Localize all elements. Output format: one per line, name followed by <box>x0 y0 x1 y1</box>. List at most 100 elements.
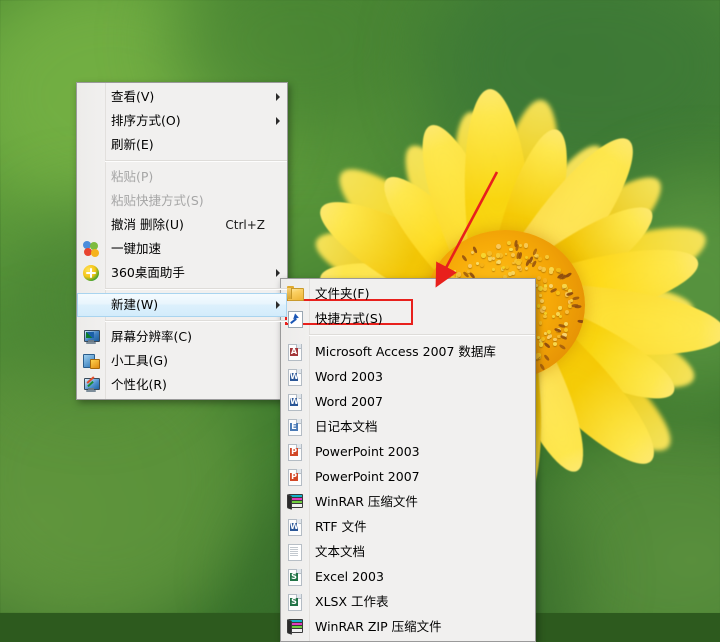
menu-item[interactable]: 排序方式(O) <box>77 109 287 133</box>
menu-item[interactable]: 查看(V) <box>77 85 287 109</box>
flower-floret <box>492 257 495 260</box>
menu-item-label: 撤消 删除(U) <box>111 213 207 237</box>
menu-item-label: XLSX 工作表 <box>315 589 513 614</box>
shortcut-icon <box>287 311 303 327</box>
word-file-icon: W <box>287 394 303 410</box>
flower-floret <box>481 253 486 258</box>
menu-item-label: Word 2007 <box>315 389 513 414</box>
flower-floret <box>468 264 472 268</box>
menu-separator <box>105 160 287 162</box>
word-file-icon: W <box>287 369 303 385</box>
menu-item-label: PowerPoint 2003 <box>315 439 513 464</box>
menu-item[interactable]: 刷新(E) <box>77 133 287 157</box>
flower-stamen <box>543 342 550 349</box>
menu-item-label: 360桌面助手 <box>111 261 265 285</box>
flower-floret <box>509 248 513 252</box>
flower-stamen <box>539 363 545 371</box>
menu-item-label: 文本文档 <box>315 539 513 564</box>
powerpoint-file-icon: P <box>287 469 303 485</box>
flower-stamen <box>571 303 578 307</box>
flower-floret <box>519 244 522 247</box>
flower-floret <box>511 253 516 258</box>
chevron-right-icon <box>276 301 280 309</box>
flower-floret <box>457 272 462 277</box>
menu-item-label: Word 2003 <box>315 364 513 389</box>
menu-item[interactable]: S Excel 2003 <box>281 564 535 589</box>
flower-floret <box>449 271 453 275</box>
flower-floret <box>543 315 547 319</box>
blank-icon <box>83 113 99 129</box>
journal-file-icon: E <box>287 419 303 435</box>
flower-floret <box>487 251 492 256</box>
menu-item-label: 个性化(R) <box>111 373 265 397</box>
excel-file-icon: S <box>287 594 303 610</box>
menu-item-shortcut: Ctrl+Z <box>207 213 265 237</box>
menu-item[interactable]: 个性化(R) <box>77 373 287 397</box>
blank-icon <box>83 193 99 209</box>
menu-item-label: 屏幕分辨率(C) <box>111 325 265 349</box>
menu-item[interactable]: E 日记本文档 <box>281 414 535 439</box>
flower-floret <box>556 291 560 295</box>
menu-item[interactable]: A Microsoft Access 2007 数据库 <box>281 339 535 364</box>
flower-stamen <box>558 344 565 350</box>
menu-item[interactable]: WinRAR ZIP 压缩文件 <box>281 614 535 639</box>
flower-floret <box>507 241 511 245</box>
menu-item[interactable]: P PowerPoint 2003 <box>281 439 535 464</box>
new-items-submenu[interactable]: 文件夹(F) 快捷方式(S) A Microsoft Access 2007 数据库 W… <box>280 278 536 642</box>
flower-floret <box>549 270 553 274</box>
flower-floret <box>553 338 557 342</box>
flower-floret <box>537 276 541 280</box>
menu-item[interactable]: P PowerPoint 2007 <box>281 464 535 489</box>
chevron-right-icon <box>276 269 280 277</box>
text-file-icon <box>287 544 303 560</box>
menu-item[interactable]: 屏幕分辨率(C) <box>77 325 287 349</box>
flower-floret <box>547 330 551 334</box>
menu-item[interactable]: S XLSX 工作表 <box>281 589 535 614</box>
gadget-icon <box>83 353 99 369</box>
menu-item[interactable]: W RTF 文件 <box>281 514 535 539</box>
flower-floret <box>541 337 545 341</box>
menu-item-label: PowerPoint 2007 <box>315 464 513 489</box>
flower-stamen <box>577 320 584 324</box>
blank-icon <box>83 89 99 105</box>
menu-item[interactable]: WinRAR 压缩文件 <box>281 489 535 514</box>
flower-floret <box>538 257 542 261</box>
menu-item-label: 粘贴快捷方式(S) <box>111 189 265 213</box>
powerpoint-file-icon: P <box>287 444 303 460</box>
menu-item-label: 日记本文档 <box>315 414 513 439</box>
flower-stamen <box>564 272 572 278</box>
chevron-right-icon <box>276 117 280 125</box>
360-desktop-assistant-icon <box>83 265 99 281</box>
flower-floret <box>558 306 562 310</box>
menu-separator <box>105 288 287 290</box>
winrar-archive-icon <box>287 494 303 510</box>
menu-item[interactable]: 360桌面助手 <box>77 261 287 285</box>
menu-item[interactable]: 小工具(G) <box>77 349 287 373</box>
menu-separator <box>105 320 287 322</box>
flower-stamen <box>543 354 550 361</box>
menu-item[interactable]: W Word 2003 <box>281 364 535 389</box>
flower-floret <box>496 244 501 249</box>
menu-item[interactable]: 文本文档 <box>281 539 535 564</box>
menu-item[interactable]: 新建(W) <box>77 293 287 317</box>
flower-floret <box>497 260 501 264</box>
flower-floret <box>508 272 512 276</box>
flower-floret <box>559 315 562 318</box>
flower-floret <box>505 265 509 269</box>
menu-item-label: WinRAR ZIP 压缩文件 <box>315 614 513 639</box>
menu-item[interactable]: 一键加速 <box>77 237 287 261</box>
menu-item[interactable]: 文件夹(F) <box>281 281 535 306</box>
flower-floret <box>543 278 548 283</box>
menu-separator <box>309 334 535 336</box>
flower-floret <box>492 268 495 271</box>
menu-item[interactable]: 快捷方式(S) <box>281 306 535 331</box>
menu-item[interactable]: 撤消 删除(U) Ctrl+Z <box>77 213 287 237</box>
menu-item-label: 一键加速 <box>111 237 265 261</box>
menu-item-label: 文件夹(F) <box>315 281 513 306</box>
menu-item[interactable]: W Word 2007 <box>281 389 535 414</box>
360-speedup-icon <box>83 241 99 257</box>
desktop-context-menu[interactable]: 查看(V) 排序方式(O) 刷新(E) 粘贴(P) 粘贴快捷方式(S) 撤消 删除(U) C… <box>76 82 288 400</box>
menu-item-label: 粘贴(P) <box>111 165 265 189</box>
blank-icon <box>83 137 99 153</box>
menu-item-label: RTF 文件 <box>315 514 513 539</box>
